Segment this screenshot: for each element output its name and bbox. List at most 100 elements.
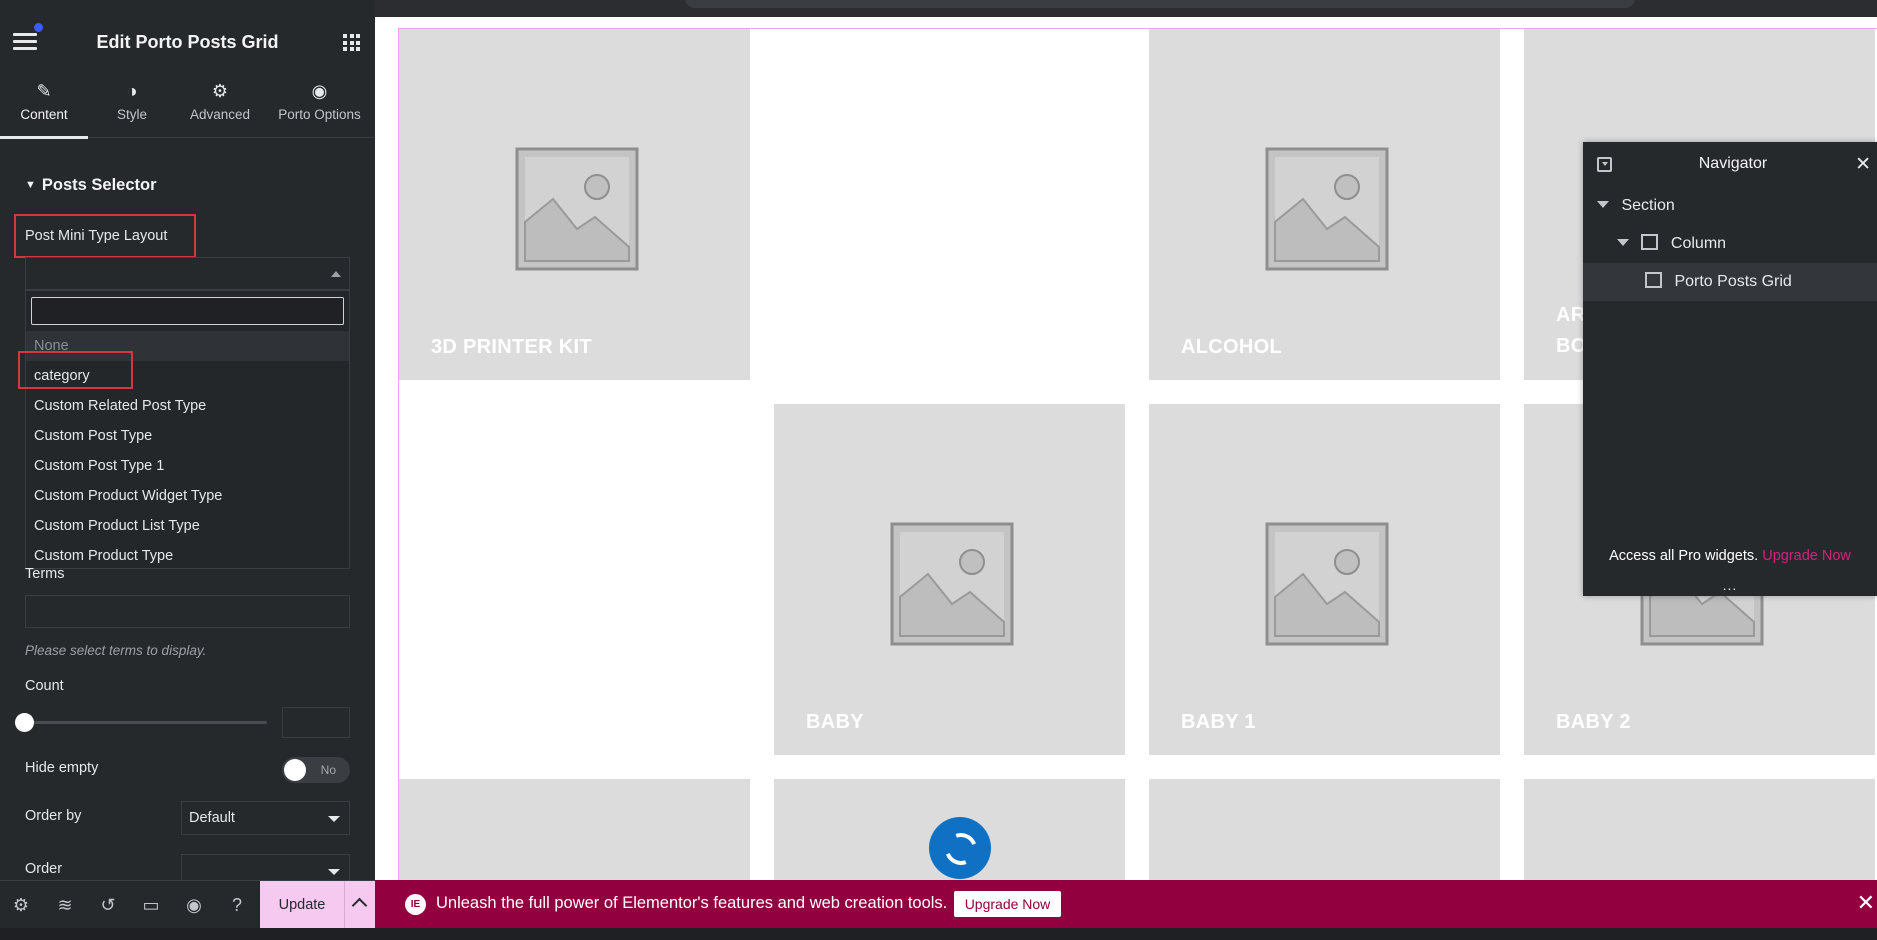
navigator-title: Navigator <box>1698 155 1768 172</box>
tab-label: Style <box>116 107 147 122</box>
upgrade-link[interactable]: Upgrade Now <box>1762 548 1851 564</box>
chevron-down-icon <box>328 869 340 875</box>
close-icon[interactable]: ✕ <box>1857 890 1875 916</box>
tab-label: Porto Options <box>278 107 361 122</box>
dropdown-option[interactable]: Custom Product Type <box>26 541 349 571</box>
chevron-down-icon <box>328 816 340 822</box>
image-placeholder-icon <box>1265 522 1389 646</box>
posts-grid-icon <box>1645 272 1662 288</box>
grid-tile[interactable] <box>399 779 750 880</box>
close-icon[interactable]: ✕ <box>1855 153 1871 176</box>
section-title: Posts Selector <box>41 176 157 194</box>
navigator-promo: Access all Pro widgets. Upgrade Now <box>1583 548 1877 564</box>
terms-input[interactable] <box>25 595 350 628</box>
tile-label: BABY <box>806 711 864 733</box>
widgets-grid-icon[interactable] <box>343 34 360 51</box>
image-placeholder-icon <box>890 522 1014 646</box>
dropdown-option[interactable]: Custom Product Widget Type <box>26 481 349 511</box>
nav-item-label: Porto Posts Grid <box>1674 273 1792 290</box>
notification-dot <box>34 23 43 32</box>
panel-header: Edit Porto Posts Grid <box>0 17 375 67</box>
nav-item-label: Section <box>1621 197 1675 214</box>
elementor-logo-icon: IE <box>405 894 426 915</box>
tab-porto-options[interactable]: ◉ Porto Options <box>264 69 375 138</box>
panel-footer: ⚙ ≋ ↺ ▭ ◉ ? Update <box>0 880 375 929</box>
terms-help-text: Please select terms to display. <box>25 643 207 658</box>
terms-label: Terms <box>25 566 65 582</box>
nav-item-column[interactable]: Column <box>1583 225 1877 263</box>
menu-icon[interactable] <box>13 33 37 51</box>
count-label: Count <box>25 678 64 694</box>
navigator-panel: Navigator ✕ Section Column Porto Posts G… <box>1583 142 1877 596</box>
dropdown-search-input[interactable] <box>31 297 344 325</box>
post-mini-type-layout-label: Post Mini Type Layout <box>25 228 168 244</box>
image-placeholder-icon <box>1265 147 1389 271</box>
caret-down-icon <box>1597 201 1609 208</box>
select-dropdown: None category Custom Related Post Type C… <box>25 290 350 569</box>
nav-item-section[interactable]: Section <box>1583 187 1877 225</box>
nav-item-porto-posts-grid[interactable]: Porto Posts Grid <box>1583 263 1877 301</box>
tile-label: BABY 2 <box>1556 711 1631 733</box>
hide-empty-label: Hide empty <box>25 760 99 776</box>
circle-dot-icon: ◉ <box>311 81 328 101</box>
responsive-icon[interactable]: ▭ <box>140 894 162 916</box>
dropdown-option[interactable]: Custom Related Post Type <box>26 391 349 421</box>
tab-advanced[interactable]: ⚙ Advanced <box>176 69 264 138</box>
resize-handle[interactable]: ... <box>1583 577 1877 593</box>
grid-tile[interactable]: 3D PRINTER KIT <box>399 29 750 380</box>
editor-root: Edit Porto Posts Grid ✎ Content ◑ Style … <box>0 0 1877 940</box>
panel-title: Edit Porto Posts Grid <box>96 32 279 52</box>
editor-panel: Edit Porto Posts Grid ✎ Content ◑ Style … <box>0 0 375 880</box>
hide-empty-toggle[interactable]: No <box>282 757 350 783</box>
image-placeholder-icon <box>515 147 639 271</box>
order-by-label: Order by <box>25 808 82 824</box>
loading-spinner-icon <box>929 817 991 879</box>
panel-tabs: ✎ Content ◑ Style ⚙ Advanced ◉ Porto Opt… <box>0 69 375 139</box>
highlight-box <box>18 351 133 389</box>
promo-text: Access all Pro widgets. <box>1609 548 1759 564</box>
promo-bar: IE Unleash the full power of Elementor's… <box>375 880 1877 928</box>
upgrade-now-button[interactable]: Upgrade Now <box>954 891 1061 917</box>
taskbar-strip <box>0 928 1877 940</box>
tab-label: Content <box>20 107 68 122</box>
order-select[interactable] <box>181 854 350 880</box>
tile-label: 3D PRINTER KIT <box>431 336 592 358</box>
grid-tile[interactable]: ALCOHOL <box>1149 29 1500 380</box>
dropdown-option[interactable]: Custom Product List Type <box>26 511 349 541</box>
grid-tile[interactable]: BABY 1 <box>1149 404 1500 755</box>
gear-icon: ⚙ <box>211 81 229 101</box>
toggle-knob <box>284 759 306 781</box>
count-slider-track[interactable] <box>25 721 267 724</box>
count-slider-handle[interactable] <box>15 713 34 732</box>
tab-content[interactable]: ✎ Content <box>0 69 88 139</box>
dropdown-option[interactable]: Custom Post Type <box>26 421 349 451</box>
caret-down-icon: ▼ <box>25 179 36 191</box>
history-icon[interactable]: ↺ <box>97 894 119 916</box>
section-toggle-posts-selector[interactable]: ▼ Posts Selector <box>25 176 157 195</box>
layers-icon[interactable]: ≋ <box>54 894 76 916</box>
address-pill <box>685 0 1635 8</box>
contrast-icon: ◑ <box>126 81 138 101</box>
order-by-select[interactable]: Default <box>181 801 350 835</box>
order-by-value: Default <box>189 810 235 826</box>
order-label: Order <box>25 861 63 877</box>
caret-down-icon <box>1617 239 1629 246</box>
tile-label: BABY 1 <box>1181 711 1256 733</box>
preview-icon[interactable]: ◉ <box>183 894 205 916</box>
update-options-button[interactable] <box>344 881 375 929</box>
tile-label: ALCOHOL <box>1181 336 1282 358</box>
tab-style[interactable]: ◑ Style <box>88 69 176 138</box>
dropdown-option[interactable]: Custom Post Type 1 <box>26 451 349 481</box>
settings-icon[interactable]: ⚙ <box>10 894 32 916</box>
column-icon <box>1641 234 1659 250</box>
promo-text: Unleash the full power of Elementor's fe… <box>436 894 948 912</box>
help-icon[interactable]: ? <box>226 894 248 916</box>
grid-tile[interactable] <box>1149 779 1500 880</box>
grid-tile[interactable] <box>1524 779 1875 880</box>
caret-up-icon <box>331 271 341 277</box>
toggle-state-label: No <box>320 763 336 777</box>
grid-tile[interactable]: BABY <box>774 404 1125 755</box>
count-input[interactable] <box>282 707 350 738</box>
update-button[interactable]: Update <box>260 881 344 929</box>
post-mini-type-layout-select[interactable] <box>25 257 350 290</box>
